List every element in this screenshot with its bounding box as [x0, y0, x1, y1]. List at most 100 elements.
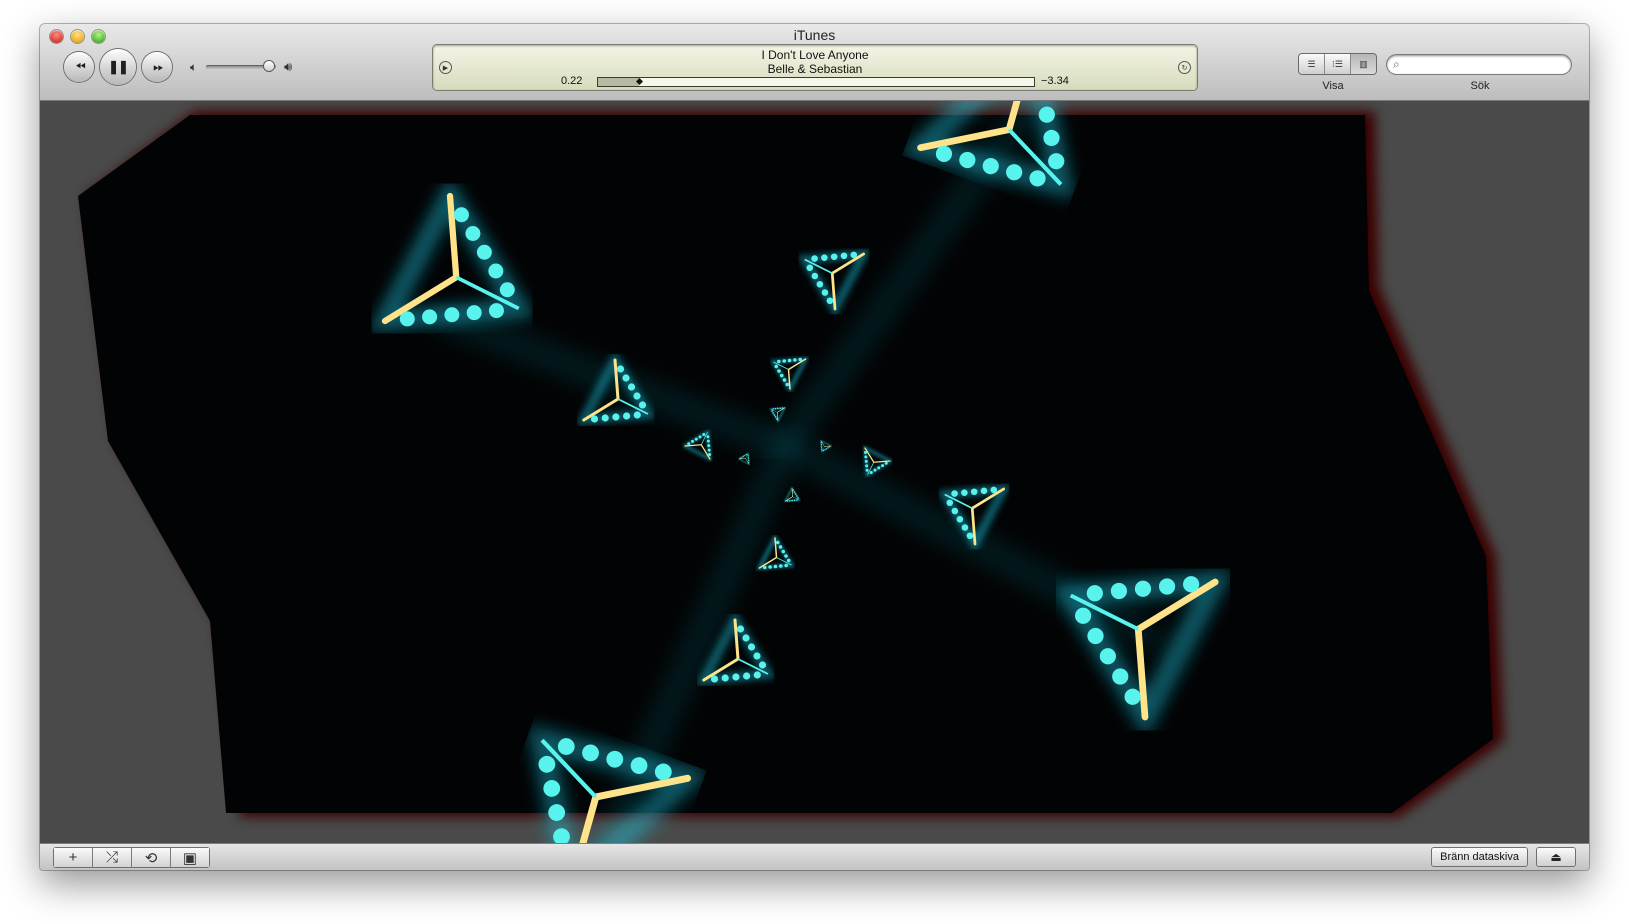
elapsed-time[interactable]: 0.22	[561, 75, 582, 87]
triangle-dot	[741, 456, 743, 458]
previous-track-button[interactable]: ⏪︎	[64, 52, 94, 82]
triangle-dot	[777, 369, 781, 373]
triangle-dot	[821, 447, 823, 449]
triangle-dot	[864, 459, 868, 463]
triangle-dot	[789, 499, 791, 502]
triangle-dot	[792, 489, 794, 491]
triangle-dot	[793, 499, 796, 502]
triangle-dot	[444, 307, 460, 323]
rewind-icon: ⏪︎	[75, 59, 86, 74]
triangle-dot	[773, 414, 776, 416]
triangle-dot	[762, 565, 767, 570]
window-title: iTunes	[793, 27, 836, 43]
triangle-dot	[824, 449, 826, 451]
triangle-dot	[708, 453, 712, 457]
playlist-controls: + ⤮ ⟲ ▣	[54, 848, 209, 867]
add-playlist-button[interactable]: +	[54, 848, 93, 867]
triangle-dot	[884, 461, 888, 465]
triangle-dot	[488, 263, 504, 279]
triangle-dot	[821, 289, 829, 296]
triangle-dot	[785, 382, 790, 387]
triangle-dot	[1110, 582, 1127, 600]
triangle-dot	[710, 675, 719, 683]
triangle-dot	[747, 458, 750, 460]
triangle-dot	[784, 554, 788, 558]
triangle-dot	[881, 464, 884, 468]
burn-disc-button[interactable]: Bränn dataskiva	[1432, 848, 1527, 866]
triangle-dot	[742, 634, 750, 642]
triangle-dot	[830, 253, 838, 261]
triangle-dot	[825, 448, 828, 450]
shuffle-button[interactable]: ⤮	[93, 848, 132, 867]
volume-slider[interactable]	[206, 61, 276, 71]
triangle-dot	[980, 487, 988, 495]
triangle-dot	[779, 564, 783, 568]
triangle-dot	[779, 407, 781, 410]
fast-forward-icon: ⏩︎	[153, 59, 164, 74]
triangle-dot	[1112, 668, 1129, 685]
visualizer-area[interactable]	[40, 101, 1589, 844]
triangle-dot	[633, 411, 641, 419]
triangle-dot	[776, 418, 778, 420]
pause-icon: ❚❚	[108, 59, 129, 74]
triangle-dot	[773, 564, 778, 569]
triangle-dot	[822, 449, 825, 452]
triangle-dot	[794, 493, 797, 495]
search-input[interactable]	[1403, 56, 1571, 73]
triangle-dot	[811, 255, 818, 262]
list-view-button[interactable]: ☰	[1299, 54, 1325, 74]
triangle-dot	[797, 497, 799, 499]
eject-icon: ⏏	[1550, 850, 1562, 864]
triangle-dot	[706, 439, 710, 443]
coverflow-view-button[interactable]: ▥	[1351, 54, 1376, 74]
eject-button[interactable]: ⏏	[1537, 848, 1575, 866]
play-pause-button[interactable]: ❚❚	[100, 49, 136, 85]
triangle-dot	[721, 674, 729, 682]
playback-progress-bar[interactable]	[597, 77, 1035, 87]
triangle-dot	[821, 449, 823, 451]
triangle-dot	[778, 545, 783, 549]
triangle-dot	[499, 282, 515, 298]
triangle-dot	[787, 358, 792, 363]
triangle-dot	[961, 524, 969, 531]
search-field[interactable]: ⌕	[1387, 55, 1571, 74]
playhead-marker[interactable]	[636, 78, 644, 85]
triangle-dot	[768, 565, 772, 569]
artwork-toggle-button[interactable]: ▣	[171, 848, 209, 867]
triangle-dot	[877, 466, 881, 470]
search-icon: ⌕	[1393, 57, 1400, 71]
grid-view-button[interactable]: ⁝☰	[1325, 54, 1351, 74]
triangle-dot	[691, 439, 694, 443]
triangle-dot	[774, 407, 777, 410]
triangle-dot	[777, 407, 779, 410]
triangle-dot	[864, 455, 868, 459]
triangle-dot	[840, 252, 848, 260]
volume-slider-knob[interactable]	[264, 61, 274, 71]
triangle-dot	[623, 412, 631, 420]
plus-icon: +	[68, 849, 78, 866]
triangle-dot	[758, 661, 767, 669]
triangle-dot	[793, 491, 796, 493]
triangle-dot	[865, 464, 869, 468]
triangle-dot	[1134, 580, 1152, 597]
next-track-button[interactable]: ⏩︎	[142, 52, 172, 82]
grid-view-icon: ⁝☰	[1332, 58, 1343, 69]
triangle-dot	[698, 435, 702, 439]
triangle-dot	[687, 442, 691, 446]
triangle-dot	[753, 652, 761, 660]
remaining-time[interactable]: −3.34	[1041, 75, 1069, 87]
triangle-dot	[869, 470, 873, 474]
artwork-icon: ▣	[182, 849, 198, 867]
triangle-dot	[827, 447, 829, 449]
triangle-dot	[873, 468, 877, 472]
triangle-dot	[422, 309, 438, 325]
triangle-dot	[782, 378, 787, 382]
repeat-button[interactable]: ⟲	[132, 848, 171, 867]
search-label: Sök	[1470, 80, 1490, 92]
triangle-dot	[1183, 576, 1200, 593]
triangle-dot	[736, 625, 745, 633]
triangle-dot	[786, 500, 789, 502]
genius-icon[interactable]: ↻	[1179, 62, 1190, 73]
triangle-dot	[743, 672, 751, 680]
triangle-dot	[970, 488, 978, 496]
